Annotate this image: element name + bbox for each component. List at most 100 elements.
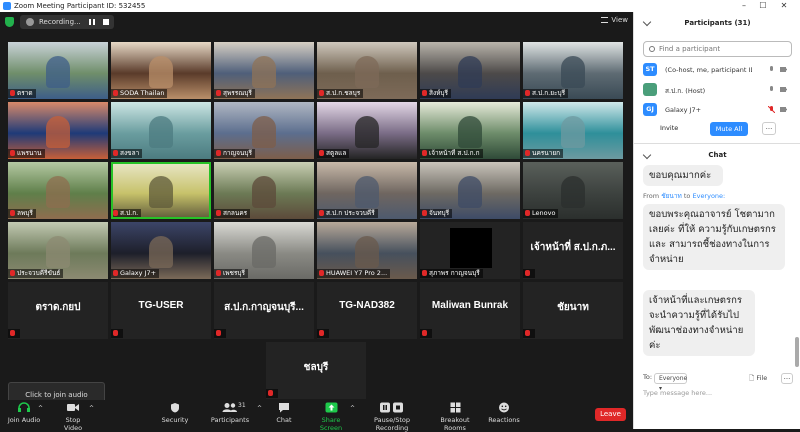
participant-name-tag: ประจวบคีรีขันธ์ xyxy=(8,269,64,278)
scrollbar-thumb[interactable] xyxy=(795,337,799,367)
chat-scrollbar[interactable] xyxy=(795,157,799,367)
person-silhouette xyxy=(355,176,379,208)
stop-recording-icon[interactable] xyxy=(102,18,110,26)
participant-tile[interactable]: Lenovo xyxy=(523,162,623,219)
file-icon: 🗋 xyxy=(749,374,755,382)
participant-tile[interactable]: แพรนาน xyxy=(8,102,108,159)
participant-name-tag xyxy=(8,329,20,338)
participant-tile[interactable]: ส.ป.ก.กาญจนบุรี... xyxy=(214,282,314,339)
participant-tile[interactable]: สุพรรณบุรี xyxy=(214,42,314,99)
maximize-button[interactable]: ☐ xyxy=(755,0,771,12)
muted-mic-icon xyxy=(319,270,324,276)
participant-row[interactable]: GJ Galaxy J7+ xyxy=(634,100,794,120)
muted-mic-icon xyxy=(216,150,221,156)
participant-tile[interactable]: จันทบุรี xyxy=(420,162,520,219)
video-icon xyxy=(780,67,787,72)
chat-header: Chat xyxy=(708,151,727,159)
participant-name: ส.ป.ก.ชลบุร xyxy=(326,89,361,97)
more-options-button[interactable]: ... xyxy=(762,122,776,135)
participant-tile[interactable]: ตราด.กยป xyxy=(8,282,108,339)
participant-tile[interactable]: ลพบุรี xyxy=(8,162,108,219)
muted-mic-icon xyxy=(525,330,530,336)
reactions-button[interactable]: Reactions xyxy=(487,402,521,424)
pause-recording-icon[interactable] xyxy=(88,18,96,26)
participant-tile[interactable]: นครนายก xyxy=(523,102,623,159)
participant-row[interactable]: ส.ป.ก. (Host) xyxy=(634,80,794,100)
search-icon xyxy=(649,46,655,52)
chat-button[interactable]: Chat xyxy=(274,402,294,424)
muted-mic-icon xyxy=(216,330,221,336)
to-label: To: xyxy=(643,373,653,381)
participant-tile[interactable]: HUAWEI Y7 Pro 2... xyxy=(317,222,417,279)
participant-tile[interactable]: Galaxy J7+ xyxy=(111,222,211,279)
participant-tile[interactable]: ตราด xyxy=(8,42,108,99)
participant-tile[interactable]: สตูลแล xyxy=(317,102,417,159)
security-shield-icon[interactable] xyxy=(5,17,14,27)
participant-name-tag: ลพบุรี xyxy=(8,209,36,218)
participant-name-tag xyxy=(317,329,329,338)
participant-display-name: Maliwan Bunrak xyxy=(431,300,509,311)
muted-mic-icon xyxy=(10,270,15,276)
join-audio-button[interactable]: Join Audio xyxy=(7,402,41,424)
participant-tile[interactable]: เจ้าหน้าที่ ส.ป.ก.ก xyxy=(420,102,520,159)
participant-name-tag: SODA Thailan xyxy=(111,89,168,98)
participant-tile[interactable]: ชลบุรี xyxy=(266,342,366,399)
sender-name[interactable]: ชัยนาท xyxy=(661,192,682,200)
participant-tile[interactable]: TG-NAD382 xyxy=(317,282,417,339)
participant-tile[interactable]: สงขลา xyxy=(111,102,211,159)
share-screen-button[interactable]: Share Screen xyxy=(310,402,352,432)
participant-tile[interactable]: สกลนคร xyxy=(214,162,314,219)
participant-tile[interactable]: ส.ป.ก.ยะบุรี xyxy=(523,42,623,99)
participant-tile[interactable]: เพชรบุรี xyxy=(214,222,314,279)
participant-tile[interactable]: ประจวบคีรีขันธ์ xyxy=(8,222,108,279)
participant-tile[interactable]: Maliwan Bunrak xyxy=(420,282,520,339)
chat-more-button[interactable]: ... xyxy=(781,373,793,384)
participant-name: สิงห์บุรี xyxy=(429,89,449,97)
participant-name-tag xyxy=(111,329,123,338)
participant-tile[interactable]: สุภาพร กาญจนบุรี xyxy=(420,222,520,279)
chat-message-input[interactable]: Type message here... xyxy=(643,389,712,397)
participant-name-tag: ส.ป.ก.ยะบุรี xyxy=(523,89,569,98)
file-button[interactable]: 🗋 File xyxy=(749,374,767,385)
video-options-chevron-icon[interactable]: ^ xyxy=(89,405,94,412)
security-button[interactable]: Security xyxy=(160,402,190,424)
minimize-button[interactable]: – xyxy=(736,0,752,12)
share-options-chevron-icon[interactable]: ^ xyxy=(350,405,355,412)
muted-mic-icon xyxy=(525,210,530,216)
avatar: ST xyxy=(643,63,657,76)
leave-button[interactable]: Leave xyxy=(595,408,626,421)
mute-all-button[interactable]: Mute All xyxy=(710,122,748,136)
close-button[interactable]: ✕ xyxy=(776,0,792,12)
participant-tile[interactable]: TG-USER xyxy=(111,282,211,339)
find-participant-input[interactable]: Find a participant xyxy=(643,41,792,57)
mic-icon[interactable] xyxy=(768,66,775,73)
participant-tile[interactable]: ส.ป.ก ประจวบคีรี xyxy=(317,162,417,219)
recipient-select[interactable]: Everyone ▾ xyxy=(654,373,687,392)
stop-video-button[interactable]: Stop Video xyxy=(56,402,90,432)
participant-tile[interactable]: SODA Thailan xyxy=(111,42,211,99)
participant-tile[interactable]: ชัยนาท xyxy=(523,282,623,339)
muted-mic-icon xyxy=(10,90,15,96)
view-label: View xyxy=(611,16,628,24)
muted-mic-icon xyxy=(10,210,15,216)
breakout-rooms-button[interactable]: Breakout Rooms xyxy=(430,402,480,432)
muted-mic-icon xyxy=(216,270,221,276)
person-silhouette xyxy=(355,236,379,268)
participant-row[interactable]: ST (Co-host, me, participant ID: 532455) xyxy=(634,60,794,80)
participant-tile[interactable]: เจ้าหน้าที่ ส.ป.ก.ภ... xyxy=(523,222,623,279)
participant-name: สตูลแล xyxy=(326,149,347,157)
participant-tile[interactable]: กาญจนบุรี xyxy=(214,102,314,159)
person-silhouette xyxy=(458,116,482,148)
muted-mic-icon xyxy=(216,210,221,216)
pause-stop-recording-button[interactable]: Pause/Stop Recording xyxy=(360,402,424,432)
participant-name: Lenovo xyxy=(532,209,556,217)
audio-options-chevron-icon[interactable]: ^ xyxy=(38,405,43,412)
title-bar: Zoom Meeting Participant ID: 532455 – ☐ … xyxy=(0,0,800,12)
participant-tile[interactable]: ส.ป.ก.ชลบุร xyxy=(317,42,417,99)
participant-tile[interactable]: สิงห์บุรี xyxy=(420,42,520,99)
muted-mic-icon xyxy=(216,90,221,96)
invite-button[interactable]: Invite xyxy=(660,122,685,135)
view-button[interactable]: View xyxy=(601,16,628,24)
participants-options-chevron-icon[interactable]: ^ xyxy=(257,405,262,412)
participant-tile[interactable]: ส.ป.ก. xyxy=(111,162,211,219)
